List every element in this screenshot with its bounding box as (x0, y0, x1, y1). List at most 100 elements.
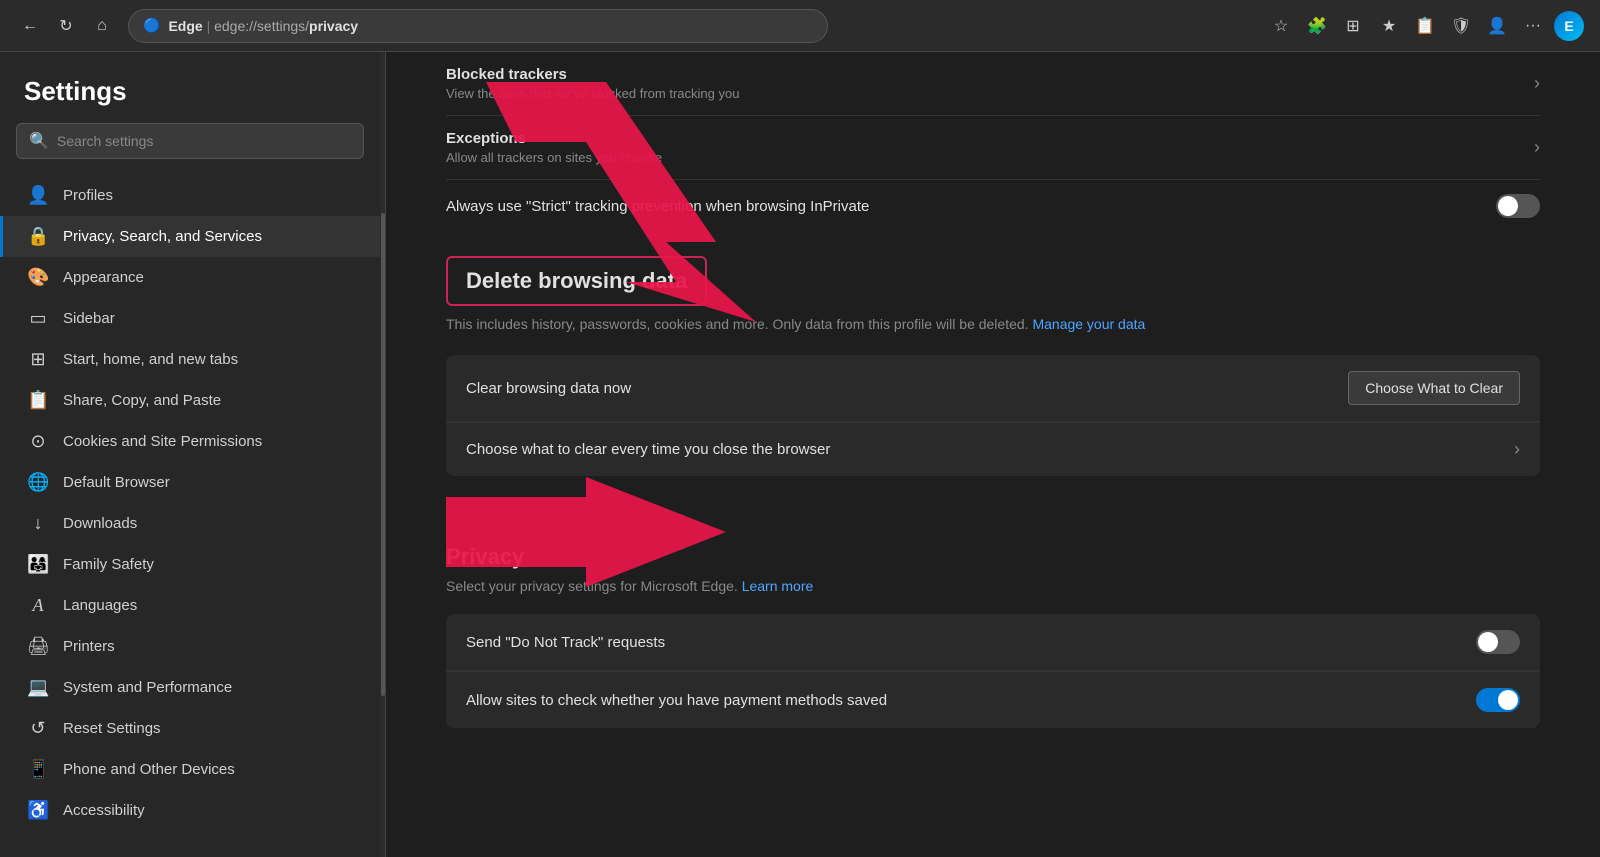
favorites-list-icon[interactable]: ★ (1374, 11, 1404, 41)
phone-devices-icon: 📱 (27, 759, 49, 780)
sidebar-label-profiles: Profiles (63, 187, 113, 204)
sidebar-item-accessibility[interactable]: ♿ Accessibility (0, 790, 380, 831)
sidebar-label-family-safety: Family Safety (63, 556, 154, 573)
sidebar-item-system-performance[interactable]: 💻 System and Performance (0, 667, 380, 708)
always-strict-row: Always use "Strict" tracking prevention … (446, 180, 1540, 232)
edge-favicon-icon: 🔵 (143, 17, 160, 34)
sidebar-item-privacy[interactable]: 🔒 Privacy, Search, and Services (0, 216, 380, 257)
blocked-trackers-sub: View the sites that we've blocked from t… (446, 86, 739, 101)
browser-chrome: ← ↻ ⌂ 🔵 Edge | edge://settings/privacy ☆… (0, 0, 1600, 52)
printers-icon: 🖨 (27, 636, 49, 657)
default-browser-icon: 🌐 (27, 472, 49, 493)
sidebar-label-accessibility: Accessibility (63, 802, 145, 819)
search-box[interactable]: 🔍 (16, 123, 364, 159)
languages-icon: A (27, 595, 49, 616)
manage-data-link[interactable]: Manage your data (1032, 316, 1145, 332)
blocked-trackers-title: Blocked trackers (446, 66, 739, 83)
back-button[interactable]: ← (16, 12, 44, 40)
sidebar-label-cookies: Cookies and Site Permissions (63, 433, 262, 450)
main-content: Blocked trackers View the sites that we'… (386, 52, 1600, 857)
exceptions-sub: Allow all trackers on sites you choose (446, 150, 662, 165)
clear-every-time-row[interactable]: Choose what to clear every time you clos… (446, 423, 1540, 476)
search-icon: 🔍 (29, 131, 49, 151)
sidebar-label-phone-devices: Phone and Other Devices (63, 761, 235, 778)
appearance-icon: 🎨 (27, 267, 49, 288)
accessibility-icon: ♿ (27, 800, 49, 821)
clear-every-time-label: Choose what to clear every time you clos… (466, 441, 830, 458)
sidebar-title: Settings (0, 52, 380, 123)
extensions-icon[interactable]: 🧩 (1302, 11, 1332, 41)
learn-more-link[interactable]: Learn more (742, 578, 814, 594)
sidebar-item-reset-settings[interactable]: ↺ Reset Settings (0, 708, 380, 749)
exceptions-chevron-icon: › (1534, 137, 1540, 158)
sidebar-item-printers[interactable]: 🖨 Printers (0, 626, 380, 667)
refresh-button[interactable]: ↻ (52, 12, 80, 40)
sidebar-item-phone-devices[interactable]: 📱 Phone and Other Devices (0, 749, 380, 790)
sidebar-label-languages: Languages (63, 597, 137, 614)
do-not-track-toggle[interactable] (1476, 630, 1520, 654)
sidebar-item-languages[interactable]: A Languages (0, 585, 380, 626)
clear-browsing-now-row: Clear browsing data now Choose What to C… (446, 355, 1540, 422)
address-text: Edge | edge://settings/privacy (168, 18, 358, 34)
delete-browsing-section: Delete browsing data This includes histo… (386, 232, 1600, 516)
blocked-trackers-row[interactable]: Blocked trackers View the sites that we'… (446, 52, 1540, 116)
browser-essentials-icon[interactable]: 🛡 (1446, 11, 1476, 41)
sidebar-item-appearance[interactable]: 🎨 Appearance (0, 257, 380, 298)
sidebar-label-appearance: Appearance (63, 269, 144, 286)
delete-data-desc: This includes history, passwords, cookie… (446, 314, 1540, 335)
sidebar: Settings 🔍 👤 Profiles 🔒 Privacy, Search,… (0, 52, 380, 857)
profile-icon[interactable]: 👤 (1482, 11, 1512, 41)
exceptions-row[interactable]: Exceptions Allow all trackers on sites y… (446, 116, 1540, 180)
privacy-icon: 🔒 (27, 226, 49, 247)
edge-logo: E (1554, 11, 1584, 41)
sidebar-item-start-home[interactable]: ⊞ Start, home, and new tabs (0, 339, 380, 380)
sidebar-label-downloads: Downloads (63, 515, 137, 532)
sidebar-label-sidebar: Sidebar (63, 310, 115, 327)
delete-data-header: Delete browsing data (446, 256, 707, 306)
nav-buttons: ← ↻ ⌂ (16, 12, 116, 40)
scrollbar-thumb (381, 213, 385, 696)
always-strict-label: Always use "Strict" tracking prevention … (446, 198, 869, 215)
address-bar[interactable]: 🔵 Edge | edge://settings/privacy (128, 9, 828, 43)
payment-methods-row: Allow sites to check whether you have pa… (446, 672, 1540, 728)
sidebar-item-share-copy[interactable]: 📋 Share, Copy, and Paste (0, 380, 380, 421)
always-strict-toggle[interactable] (1496, 194, 1540, 218)
sidebar-nav-icon: ▭ (27, 308, 49, 329)
more-menu-icon[interactable]: ··· (1518, 11, 1548, 41)
sidebar-label-reset-settings: Reset Settings (63, 720, 161, 737)
sidebar-label-start-home: Start, home, and new tabs (63, 351, 238, 368)
do-not-track-label: Send "Do Not Track" requests (466, 634, 665, 651)
blocked-trackers-info: Blocked trackers View the sites that we'… (446, 66, 739, 101)
sidebar-label-share-copy: Share, Copy, and Paste (63, 392, 221, 409)
sidebar-item-default-browser[interactable]: 🌐 Default Browser (0, 462, 380, 503)
split-screen-icon[interactable]: ⊞ (1338, 11, 1368, 41)
favorites-icon[interactable]: ☆ (1266, 11, 1296, 41)
sidebar-label-system-performance: System and Performance (63, 679, 232, 696)
choose-what-to-clear-button[interactable]: Choose What to Clear (1348, 371, 1520, 405)
privacy-section-title: Privacy (446, 544, 1540, 570)
sidebar-item-family-safety[interactable]: 👨‍👩‍👧 Family Safety (0, 544, 380, 585)
exceptions-title: Exceptions (446, 130, 662, 147)
cookies-icon: ⊙ (27, 431, 49, 452)
privacy-card: Send "Do Not Track" requests Allow sites… (446, 614, 1540, 728)
toolbar-right: ☆ 🧩 ⊞ ★ 📋 🛡 👤 ··· E (1266, 11, 1584, 41)
sidebar-item-sidebar[interactable]: ▭ Sidebar (0, 298, 380, 339)
sidebar-label-privacy: Privacy, Search, and Services (63, 228, 262, 245)
collections-icon[interactable]: 📋 (1410, 11, 1440, 41)
sidebar-item-downloads[interactable]: ↓ Downloads (0, 503, 380, 544)
delete-data-title: Delete browsing data (466, 268, 687, 294)
payment-methods-toggle-knob (1498, 690, 1518, 710)
sidebar-item-cookies[interactable]: ⊙ Cookies and Site Permissions (0, 421, 380, 462)
search-input[interactable] (57, 133, 351, 149)
payment-methods-toggle[interactable] (1476, 688, 1520, 712)
top-section: Blocked trackers View the sites that we'… (386, 52, 1600, 232)
privacy-section: Privacy Select your privacy settings for… (386, 544, 1600, 778)
privacy-section-desc: Select your privacy settings for Microso… (446, 578, 1540, 594)
exceptions-info: Exceptions Allow all trackers on sites y… (446, 130, 662, 165)
system-performance-icon: 💻 (27, 677, 49, 698)
toggle-knob (1498, 196, 1518, 216)
home-button[interactable]: ⌂ (88, 12, 116, 40)
sidebar-label-printers: Printers (63, 638, 115, 655)
sidebar-item-profiles[interactable]: 👤 Profiles (0, 175, 380, 216)
clear-every-time-chevron-icon: › (1514, 439, 1520, 460)
